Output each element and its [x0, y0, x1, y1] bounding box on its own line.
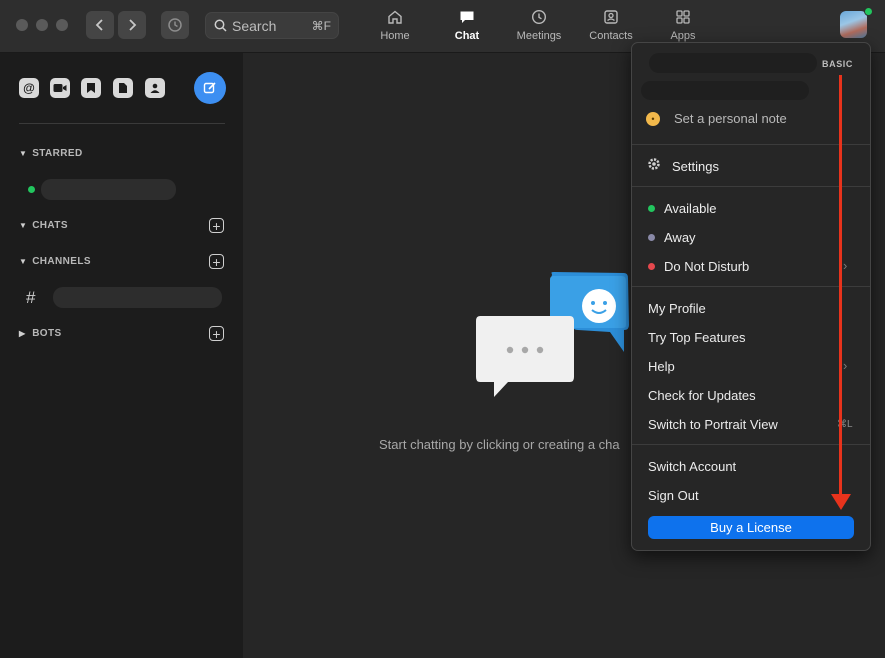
buy-license-button[interactable]: Buy a License [648, 516, 854, 539]
close-window-button[interactable] [16, 19, 28, 31]
chevron-right-icon: › [843, 358, 848, 373]
online-status-dot [28, 186, 35, 193]
dnd-status-dot [648, 263, 655, 270]
section-starred[interactable]: ▼ STARRED [19, 148, 83, 159]
recordings-button[interactable] [50, 78, 70, 98]
presence-dot [864, 7, 873, 16]
zoom-window: Search ⌘F Home Chat Meetings Contacts Ap… [0, 0, 885, 658]
tab-meetings-label: Meetings [516, 30, 562, 42]
menu-divider [632, 186, 870, 187]
section-bots-label: BOTS [32, 328, 62, 339]
settings-item[interactable]: Settings [672, 159, 719, 174]
top-features-item[interactable]: Try Top Features [648, 330, 746, 345]
tab-chat[interactable]: Chat [432, 8, 502, 48]
chat-illustration [476, 272, 629, 397]
status-dnd-item[interactable]: Do Not Disturb [664, 259, 749, 274]
contact-card-icon [150, 83, 160, 93]
history-button[interactable] [161, 11, 189, 39]
new-chat-button[interactable] [194, 72, 226, 104]
section-bots[interactable]: ▶ BOTS [19, 328, 62, 339]
menu-divider [632, 444, 870, 445]
annotation-arrow-head [831, 494, 851, 510]
search-shortcut: ⌘F [311, 19, 331, 33]
apps-icon [676, 10, 690, 24]
emoji-icon: • [646, 112, 660, 126]
minimize-window-button[interactable] [36, 19, 48, 31]
add-channel-button[interactable]: + [209, 254, 224, 270]
portrait-view-item[interactable]: Switch to Portrait View [648, 417, 778, 432]
plus-icon: + [212, 326, 221, 342]
empty-chat-message: Start chatting by clicking or creating a… [379, 437, 620, 452]
caret-right-icon: ▶ [19, 329, 26, 338]
chevron-right-icon: › [843, 258, 848, 273]
profile-menu: BASIC • Set a personal note Settings Ava… [631, 42, 871, 551]
add-bot-button[interactable]: + [209, 326, 224, 342]
section-channels-label: CHANNELS [32, 256, 91, 267]
switch-account-item[interactable]: Switch Account [648, 459, 736, 474]
chat-icon [460, 11, 474, 23]
compose-icon [203, 82, 216, 94]
profile-name-redacted [649, 53, 817, 73]
starred-contact-redacted[interactable] [41, 179, 176, 200]
section-channels[interactable]: ▼ CHANNELS [19, 256, 91, 267]
avatar[interactable] [840, 11, 867, 38]
section-chats-label: CHATS [32, 220, 68, 231]
help-item[interactable]: Help [648, 359, 675, 374]
tab-contacts-label: Contacts [589, 30, 633, 42]
search-box[interactable]: Search ⌘F [205, 12, 339, 39]
chat-sidebar [0, 53, 243, 658]
caret-down-icon: ▼ [19, 149, 28, 158]
at-icon: @ [23, 81, 35, 95]
tab-meetings[interactable]: Meetings [504, 8, 574, 48]
gear-icon [648, 158, 660, 170]
tab-chat-label: Chat [454, 30, 480, 42]
tab-home[interactable]: Home [360, 8, 430, 48]
clock-icon [531, 9, 547, 25]
files-button[interactable] [113, 78, 133, 98]
forward-button[interactable] [118, 11, 146, 39]
section-chats[interactable]: ▼ CHATS [19, 220, 68, 231]
channel-hash-icon: # [26, 288, 36, 307]
caret-down-icon: ▼ [19, 221, 28, 230]
sign-out-item[interactable]: Sign Out [648, 488, 699, 503]
maximize-window-button[interactable] [56, 19, 68, 31]
mentions-button[interactable]: @ [19, 78, 39, 98]
plus-icon: + [212, 254, 221, 270]
menu-divider [632, 286, 870, 287]
away-status-dot [648, 234, 655, 241]
starred-messages-button[interactable] [81, 78, 101, 98]
home-icon [388, 10, 402, 24]
file-icon [119, 83, 127, 93]
contact-icon [604, 10, 618, 24]
status-available-item[interactable]: Available [664, 201, 717, 216]
tab-home-label: Home [380, 30, 410, 42]
section-starred-label: STARRED [32, 148, 83, 159]
annotation-arrow-line [839, 75, 842, 500]
search-placeholder: Search [232, 18, 277, 34]
caret-down-icon: ▼ [19, 257, 28, 266]
plan-badge: BASIC [822, 59, 854, 69]
menu-divider [632, 144, 870, 145]
channel-item-redacted[interactable] [53, 287, 222, 308]
history-icon [168, 18, 182, 32]
available-status-dot [648, 205, 655, 212]
back-button[interactable] [86, 11, 114, 39]
chevron-left-icon [95, 19, 103, 31]
check-updates-item[interactable]: Check for Updates [648, 388, 756, 403]
sidebar-divider [19, 123, 225, 124]
plus-icon: + [212, 218, 221, 234]
chevron-right-icon [129, 19, 137, 31]
search-icon [214, 19, 227, 32]
contacts-button[interactable] [145, 78, 165, 98]
video-icon [53, 84, 67, 92]
personal-note-item[interactable]: Set a personal note [674, 111, 787, 126]
profile-email-redacted [641, 81, 809, 100]
add-chat-button[interactable]: + [209, 218, 224, 234]
tab-apps-label: Apps [670, 30, 696, 42]
bookmark-icon [87, 83, 95, 93]
my-profile-item[interactable]: My Profile [648, 301, 706, 316]
status-away-item[interactable]: Away [664, 230, 696, 245]
